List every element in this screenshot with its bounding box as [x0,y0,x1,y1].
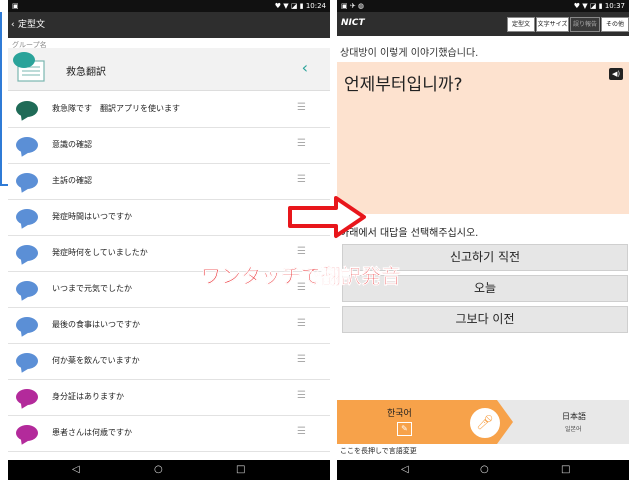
status-bar: ▣ ♥ ▼ ◪ ▮ 10:24 [8,0,330,12]
list-item-label: 患者さんは何歳ですか [52,428,132,437]
selection-bracket-foot [0,184,8,186]
list-item-label: いつまで元気でしたか [52,284,132,293]
translated-phrase: 언제부터입니까? [344,75,463,95]
annotation-caption: ワンタッチで翻訳発音 [201,264,401,288]
drag-handle-icon[interactable]: ☰ [297,138,306,149]
list-item[interactable]: 患者さんは何歳ですか ☰ [8,416,330,452]
speech-bubble-icon [16,389,38,405]
nav-bar: ◁ ○ □ [337,460,629,480]
nav-home-icon[interactable]: ○ [480,460,489,480]
answer-option[interactable]: 그보다 이전 [342,306,628,333]
status-icons-left: ▣ ✈ ◍ [341,2,365,10]
list-item-label: 何か薬を飲んでいますか [52,356,140,365]
list-item[interactable]: 最後の食事はいつですか ☰ [8,308,330,344]
font-size-button[interactable]: 文字サイズ [536,17,569,32]
target-language-sublabel: 일본어 [565,426,582,433]
other-button[interactable]: その他 [601,17,629,32]
group-header[interactable]: 救急翻訳 ‹ [8,48,330,91]
list-item-label: 最後の食事はいつですか [52,320,140,329]
prompt-text: 상대방이 이렇게 이야기했습니다. [340,48,479,59]
phrase-panel: 언제부터입니까? ◀) [337,62,629,214]
speech-bubble-icon [16,137,38,153]
list-item-label: 発症時間はいつですか [52,212,132,221]
drag-handle-icon[interactable]: ☰ [297,318,306,329]
status-icons-right: ♥ ▼ ◪ ▮ 10:37 [573,2,625,10]
source-language-label: 한국어 [387,409,412,419]
list-item-label: 身分証はありますか [52,392,124,401]
nav-back-icon[interactable]: ◁ [72,460,80,480]
list-item-label: 発症時何をしていましたか [52,248,148,257]
speech-bubble-icon [16,209,38,225]
status-icons-right: ♥ ▼ ◪ ▮ 10:24 [274,2,326,10]
list-item-label: 主訴の確認 [52,176,92,185]
speech-bubble-icon [16,281,38,297]
drag-handle-icon[interactable]: ☰ [297,354,306,365]
translation-screen: ▣ ✈ ◍ ♥ ▼ ◪ ▮ 10:37 NICT 定型文 文字サイズ 誤り報告 … [337,0,629,480]
speech-bubble-icon [16,173,38,189]
error-report-button[interactable]: 誤り報告 [570,17,600,32]
nav-back-icon[interactable]: ◁ [401,460,409,480]
arrow-right-icon [288,196,366,238]
nav-bar: ◁ ○ □ [8,460,330,480]
nav-recent-icon[interactable]: □ [561,460,570,480]
speech-bubble-icon [16,425,38,441]
speaker-icon[interactable]: ◀) [609,68,623,80]
app-bar: ‹ 定型文 [8,12,330,38]
list-item[interactable]: 意識の確認 ☰ [8,128,330,164]
drag-handle-icon[interactable]: ☰ [297,390,306,401]
nict-logo: NICT [341,18,365,28]
page-title: 定型文 [18,20,46,30]
selection-bracket [0,12,2,186]
list-item[interactable]: 何か薬を飲んでいますか ☰ [8,344,330,380]
group-name: 救急翻訳 [66,67,106,78]
language-change-hint: ここを長押しで言語変更 [340,447,417,455]
nav-recent-icon[interactable]: □ [236,460,245,480]
target-language-label[interactable]: 日本語 [562,411,586,422]
phrasebook-icon [13,52,45,82]
drag-handle-icon[interactable]: ☰ [297,426,306,437]
list-item[interactable]: 主訴の確認 ☰ [8,164,330,200]
speech-bubble-icon [16,317,38,333]
phrase-list-screen: ▣ ♥ ▼ ◪ ▮ 10:24 ‹ 定型文 グループ名 救急翻訳 ‹ 救急隊です… [8,0,330,480]
list-item[interactable]: 身分証はありますか ☰ [8,380,330,416]
list-item-label: 意識の確認 [52,140,92,149]
drag-handle-icon[interactable]: ☰ [297,174,306,185]
fixed-phrase-button[interactable]: 定型文 [507,17,535,32]
nav-home-icon[interactable]: ○ [154,460,163,480]
status-icons-left: ▣ [12,2,19,10]
pencil-icon[interactable]: ✎ [397,422,412,436]
speech-bubble-icon [16,101,38,117]
chevron-left-icon[interactable]: ‹ [302,58,308,77]
speech-bubble-icon [16,245,38,261]
status-bar: ▣ ✈ ◍ ♥ ▼ ◪ ▮ 10:37 [337,0,629,12]
speech-bubble-icon [16,353,38,369]
language-bar: 한국어 ✎ 🎤︎ 日本語 일본어 [337,400,629,444]
toolbar: NICT 定型文 文字サイズ 誤り報告 その他 [337,12,629,36]
microphone-icon[interactable]: 🎤︎ [468,406,502,440]
drag-handle-icon[interactable]: ☰ [297,246,306,257]
back-icon[interactable]: ‹ [11,12,15,38]
list-item-label: 救急隊です 翻訳アプリを使います [52,104,180,113]
list-item[interactable]: 救急隊です 翻訳アプリを使います ☰ [8,92,330,128]
list-item[interactable]: 発症時間はいつですか☰ [8,200,330,236]
drag-handle-icon[interactable]: ☰ [297,102,306,113]
